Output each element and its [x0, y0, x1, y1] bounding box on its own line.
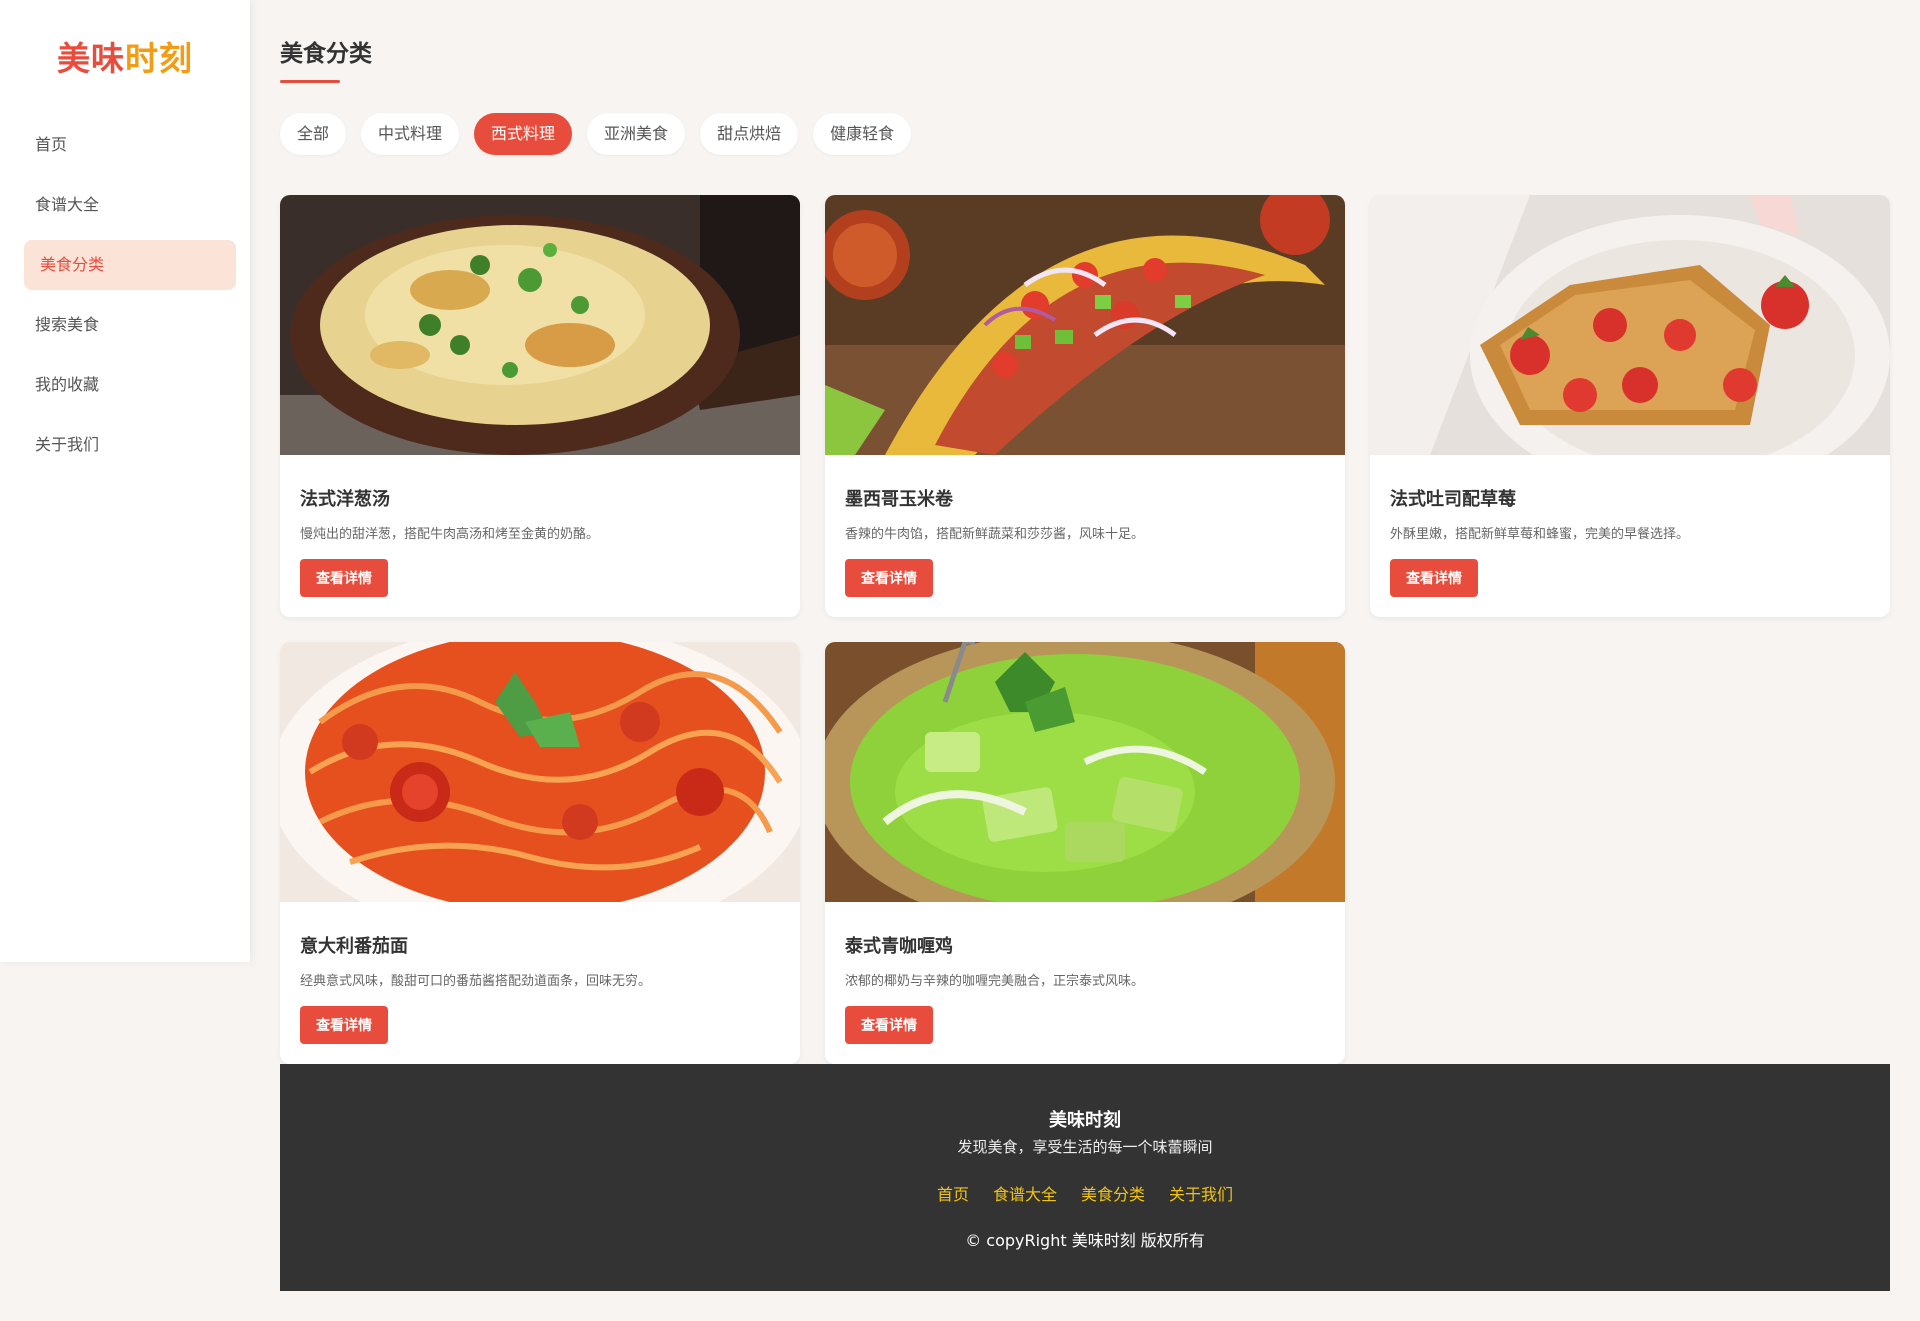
sidebar-item-recipes[interactable]: 食谱大全 — [24, 180, 236, 230]
logo-part-2: 时刻 — [125, 39, 193, 78]
card-title: 法式洋葱汤 — [300, 489, 390, 510]
card-description: 慢炖出的甜洋葱，搭配牛肉高汤和烤至金黄的奶酪。 — [300, 527, 600, 542]
view-details-button[interactable]: 查看详情 — [300, 1006, 388, 1044]
filter-asian[interactable]: 亚洲美食 — [587, 113, 686, 155]
card-title: 墨西哥玉米卷 — [845, 489, 953, 510]
recipe-card: 意大利番茄面 经典意式风味，酸甜可口的番茄酱搭配劲道面条，回味无穷。 查看详情 — [280, 642, 800, 1064]
filter-chinese[interactable]: 中式料理 — [361, 113, 460, 155]
recipe-card: 法式洋葱汤 慢炖出的甜洋葱，搭配牛肉高汤和烤至金黄的奶酪。 查看详情 — [280, 195, 800, 617]
french-toast-image[interactable] — [1370, 195, 1890, 455]
footer-brand: 美味时刻 — [1049, 1110, 1121, 1131]
filter-all[interactable]: 全部 — [280, 113, 347, 155]
category-filters: 全部 中式料理 西式料理 亚洲美食 甜点烘焙 健康轻食 — [280, 113, 912, 155]
footer-link-recipes[interactable]: 食谱大全 — [993, 1181, 1057, 1205]
footer-link-home[interactable]: 首页 — [937, 1181, 969, 1205]
footer-copyright: © copyRight 美味时刻 版权所有 — [965, 1231, 1205, 1250]
card-description: 香辣的牛肉馅，搭配新鲜蔬菜和莎莎酱，风味十足。 — [845, 527, 1145, 542]
sidebar-item-favorites[interactable]: 我的收藏 — [24, 360, 236, 410]
footer-link-categories[interactable]: 美食分类 — [1081, 1181, 1145, 1205]
sidebar-nav: 首页 食谱大全 美食分类 搜索美食 我的收藏 关于我们 — [24, 120, 236, 480]
view-details-button[interactable]: 查看详情 — [300, 559, 388, 597]
sidebar-item-categories[interactable]: 美食分类 — [24, 240, 236, 290]
title-underline — [280, 80, 340, 83]
sidebar-item-search[interactable]: 搜索美食 — [24, 300, 236, 350]
view-details-button[interactable]: 查看详情 — [1390, 559, 1478, 597]
site-logo[interactable]: 美味时刻 — [0, 32, 250, 80]
tomato-spaghetti-image[interactable] — [280, 642, 800, 902]
card-description: 外酥里嫩，搭配新鲜草莓和蜂蜜，完美的早餐选择。 — [1390, 527, 1690, 542]
logo-part-1: 美味 — [57, 39, 125, 78]
page-title: 美食分类 — [280, 41, 372, 67]
view-details-button[interactable]: 查看详情 — [845, 559, 933, 597]
footer: 美味时刻 发现美食，享受生活的每一个味蕾瞬间 首页 食谱大全 美食分类 关于我们… — [280, 1064, 1890, 1291]
recipe-card: 墨西哥玉米卷 香辣的牛肉馅，搭配新鲜蔬菜和莎莎酱，风味十足。 查看详情 — [825, 195, 1345, 617]
french-onion-soup-image[interactable] — [280, 195, 800, 455]
view-details-button[interactable]: 查看详情 — [845, 1006, 933, 1044]
thai-green-curry-image[interactable] — [825, 642, 1345, 902]
filter-dessert[interactable]: 甜点烘焙 — [700, 113, 799, 155]
recipe-grid: 法式洋葱汤 慢炖出的甜洋葱，搭配牛肉高汤和烤至金黄的奶酪。 查看详情 墨西哥玉米… — [280, 195, 1890, 1064]
filter-western[interactable]: 西式料理 — [474, 113, 573, 155]
recipe-card: 法式吐司配草莓 外酥里嫩，搭配新鲜草莓和蜂蜜，完美的早餐选择。 查看详情 — [1370, 195, 1890, 617]
sidebar-item-home[interactable]: 首页 — [24, 120, 236, 170]
card-title: 泰式青咖喱鸡 — [845, 936, 953, 957]
card-title: 法式吐司配草莓 — [1390, 489, 1516, 510]
sidebar: 美味时刻 首页 食谱大全 美食分类 搜索美食 我的收藏 关于我们 — [0, 0, 250, 962]
recipe-card: 泰式青咖喱鸡 浓郁的椰奶与辛辣的咖喱完美融合，正宗泰式风味。 查看详情 — [825, 642, 1345, 1064]
sidebar-item-about[interactable]: 关于我们 — [24, 420, 236, 470]
footer-link-about[interactable]: 关于我们 — [1169, 1181, 1233, 1205]
filter-healthy[interactable]: 健康轻食 — [813, 113, 912, 155]
card-description: 经典意式风味，酸甜可口的番茄酱搭配劲道面条，回味无穷。 — [300, 974, 652, 989]
footer-links: 首页 食谱大全 美食分类 关于我们 — [280, 1181, 1890, 1205]
card-title: 意大利番茄面 — [300, 936, 408, 957]
footer-slogan: 发现美食，享受生活的每一个味蕾瞬间 — [957, 1138, 1213, 1156]
card-description: 浓郁的椰奶与辛辣的咖喱完美融合，正宗泰式风味。 — [845, 974, 1145, 989]
tacos-image[interactable] — [825, 195, 1345, 455]
